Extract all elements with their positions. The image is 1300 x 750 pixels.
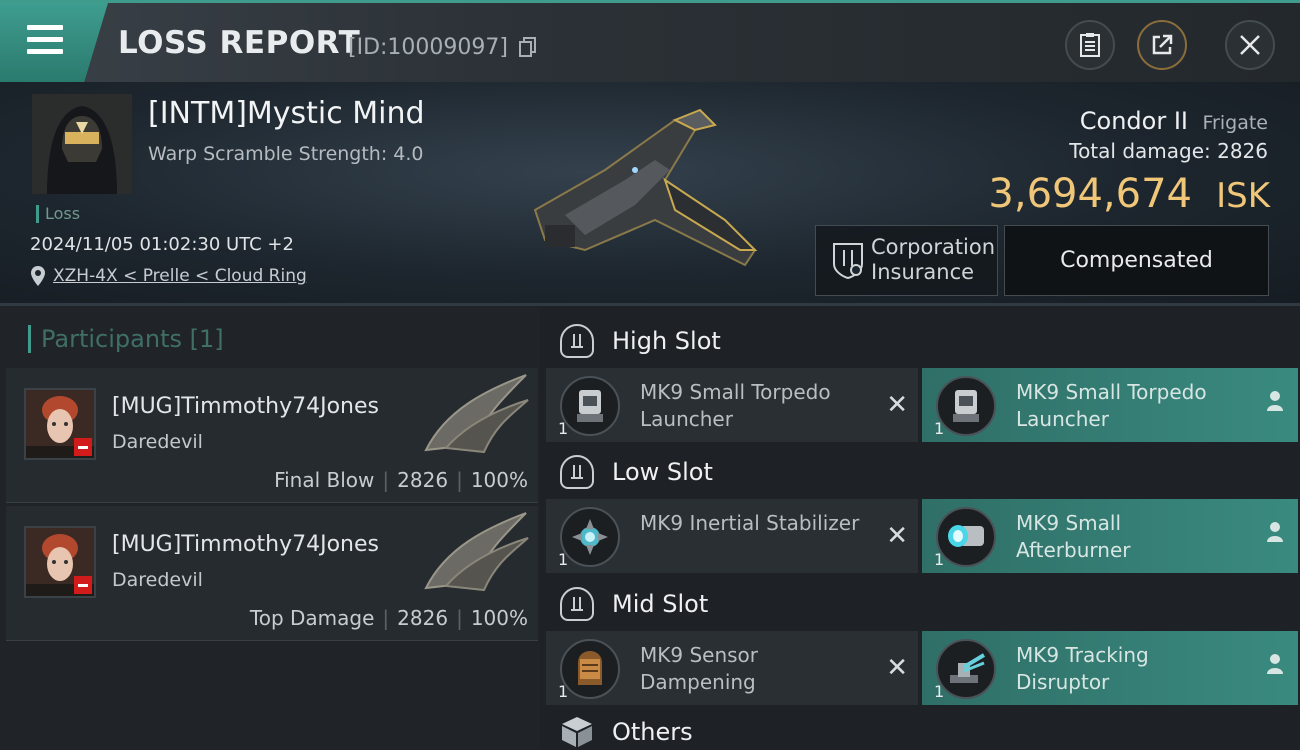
cube-icon: [562, 717, 592, 747]
participant-damage: 2826: [397, 468, 449, 492]
module-name: MK9 Small Torpedo Launcher: [640, 380, 831, 431]
person-icon: [1267, 654, 1283, 674]
others-header: Others: [560, 714, 693, 750]
hostile-badge-icon: [74, 438, 92, 456]
module-name: MK9 Sensor Dampening: [640, 643, 759, 694]
destroyed-x-icon: ✕: [886, 653, 908, 683]
low-slot-icon: [560, 455, 594, 489]
location-link[interactable]: XZH-4X < Prelle < Cloud Ring: [53, 266, 307, 286]
loss-datetime: 2024/11/05 01:02:30 UTC +2: [30, 234, 294, 255]
menu-button[interactable]: [0, 3, 108, 82]
module-quantity: 1: [558, 682, 569, 701]
mid-slot-label: Mid Slot: [612, 590, 709, 618]
module-destroyed[interactable]: 1 MK9 Small Torpedo Launcher ✕: [546, 368, 918, 442]
participant-ship: Daredevil: [112, 569, 203, 591]
sensor-dampener-icon: [560, 639, 620, 699]
destroyed-x-icon: ✕: [886, 521, 908, 551]
module-quantity: 1: [558, 419, 569, 438]
high-slot-icon: [560, 324, 594, 358]
participant-portrait[interactable]: [24, 388, 96, 460]
participant-card[interactable]: [MUG]Timmothy74Jones Daredevil Final Blo…: [6, 368, 538, 503]
module-dropped[interactable]: 1 MK9 Tracking Disruptor: [922, 631, 1298, 705]
participant-portrait[interactable]: [24, 526, 96, 598]
module-dropped[interactable]: 1 MK9 Small Afterburner: [922, 499, 1298, 573]
mid-slot-header: Mid Slot: [560, 584, 708, 624]
notes-button[interactable]: [1065, 20, 1115, 70]
insurance-status: Compensated: [1060, 248, 1213, 273]
hostile-badge-icon: [74, 576, 92, 594]
module-name: MK9 Small Torpedo Launcher: [1016, 380, 1207, 431]
person-icon: [1267, 522, 1283, 542]
low-slot-label: Low Slot: [612, 458, 713, 486]
location-pin-icon: [31, 266, 45, 286]
module-destroyed[interactable]: 1 MK9 Sensor Dampening ✕: [546, 631, 918, 705]
person-icon: [1267, 391, 1283, 411]
module-name: MK9 Small Afterburner: [1016, 511, 1131, 562]
participant-ship-image: [424, 512, 529, 592]
mid-slot-icon: [560, 587, 594, 621]
ship-class: Frigate: [1202, 112, 1268, 134]
participant-stats: Top Damage | 2826 | 100%: [249, 606, 528, 630]
close-icon: [1240, 35, 1260, 55]
victim-portrait[interactable]: [32, 94, 132, 194]
isk-value: 3,694,674: [988, 171, 1192, 217]
insurance-shield-icon: [833, 243, 863, 280]
participant-card[interactable]: [MUG]Timmothy74Jones Daredevil Top Damag…: [6, 506, 538, 641]
ship-render-image: [533, 108, 758, 267]
participant-role: Final Blow: [274, 468, 375, 492]
warp-scramble-strength: Warp Scramble Strength: 4.0: [148, 143, 424, 165]
tracking-disruptor-icon: [936, 639, 996, 699]
module-quantity: 1: [558, 550, 569, 569]
low-slot-header: Low Slot: [560, 452, 713, 492]
total-damage: Total damage: 2826: [1069, 139, 1268, 163]
torpedo-launcher-icon: [936, 376, 996, 436]
participant-name[interactable]: [MUG]Timmothy74Jones: [112, 394, 379, 419]
module-quantity: 1: [934, 682, 945, 701]
participant-name[interactable]: [MUG]Timmothy74Jones: [112, 532, 379, 557]
participant-percent: 100%: [470, 468, 528, 492]
destroyed-x-icon: ✕: [886, 390, 908, 420]
module-dropped[interactable]: 1 MK9 Small Torpedo Launcher: [922, 368, 1298, 442]
afterburner-icon: [936, 507, 996, 567]
insurance-box[interactable]: Corporation Insurance: [815, 225, 998, 296]
participant-percent: 100%: [470, 606, 528, 630]
module-quantity: 1: [934, 419, 945, 438]
module-quantity: 1: [934, 550, 945, 569]
participant-stats: Final Blow | 2826 | 100%: [274, 468, 528, 492]
copy-icon[interactable]: [518, 37, 537, 57]
clipboard-icon: [1080, 33, 1100, 57]
high-slot-label: High Slot: [612, 327, 721, 355]
victim-name[interactable]: [INTM]Mystic Mind: [148, 96, 425, 131]
insurance-label: Corporation Insurance: [871, 235, 996, 284]
module-name: MK9 Tracking Disruptor: [1016, 643, 1149, 694]
insurance-status-button[interactable]: Compensated: [1004, 225, 1269, 296]
participant-ship-image: [424, 374, 529, 454]
isk-unit: ISK: [1216, 176, 1270, 216]
close-button[interactable]: [1225, 20, 1275, 70]
share-button[interactable]: [1137, 20, 1187, 70]
module-name: MK9 Inertial Stabilizer: [640, 511, 860, 535]
header-bar: LOSS REPORT [ID:10009097]: [0, 0, 1300, 82]
high-slot-header: High Slot: [560, 321, 721, 361]
participant-role: Top Damage: [249, 606, 375, 630]
share-icon: [1152, 34, 1173, 55]
report-id[interactable]: [ID:10009097]: [348, 35, 537, 60]
module-destroyed[interactable]: 1 MK9 Inertial Stabilizer ✕: [546, 499, 918, 573]
inertial-stabilizer-icon: [560, 507, 620, 567]
participant-ship: Daredevil: [112, 431, 203, 453]
report-id-text: [ID:10009097]: [348, 35, 508, 60]
others-label: Others: [612, 718, 693, 746]
participant-damage: 2826: [397, 606, 449, 630]
loss-tag: Loss: [36, 205, 80, 223]
torpedo-launcher-icon: [560, 376, 620, 436]
page-title: LOSS REPORT: [118, 25, 361, 61]
ship-name: Condor II: [1079, 107, 1188, 135]
participants-heading: Participants [1]: [28, 325, 224, 353]
